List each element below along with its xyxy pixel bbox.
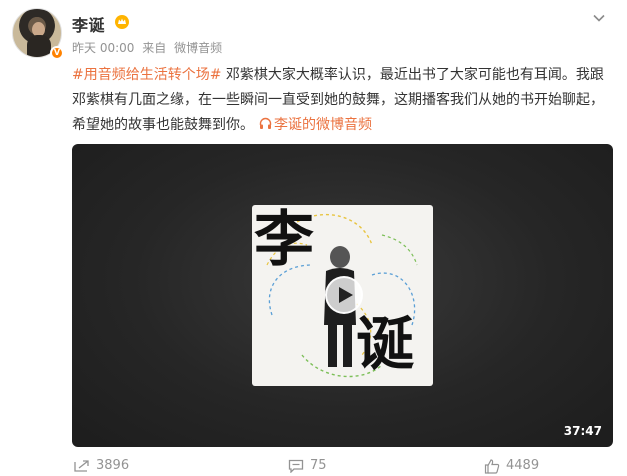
like-icon (484, 459, 500, 474)
video-cover: 李 诞 (252, 205, 433, 386)
video-player[interactable]: 李 诞 37:47 (72, 144, 613, 447)
video-duration: 37:47 (563, 424, 602, 438)
comment-count: 75 (310, 458, 327, 473)
comment-icon (288, 459, 304, 473)
more-chevron-icon[interactable] (591, 10, 607, 26)
post-source[interactable]: 微博音频 (174, 41, 222, 55)
verified-badge-icon: V (50, 46, 64, 60)
play-button[interactable] (325, 276, 363, 314)
vip-crown-icon[interactable] (115, 15, 129, 29)
post-actions: 3896 75 4489 (72, 456, 617, 476)
source-prefix: 来自 (142, 41, 167, 55)
author-name[interactable]: 李诞 (72, 12, 105, 36)
post-meta: 昨天 00:00 来自 微博音频 (72, 39, 226, 56)
audio-source-link[interactable]: 李诞的微博音频 (274, 117, 372, 133)
repost-icon (74, 460, 89, 472)
cover-title-char-2: 诞 (356, 310, 415, 378)
play-icon (339, 287, 353, 303)
like-count: 4489 (506, 458, 540, 473)
avatar-body (27, 35, 51, 57)
post-time[interactable]: 昨天 00:00 (72, 41, 134, 55)
post-text: #用音频给生活转个场# 邓紫棋大家大概率认识，最近出书了大家可能也有耳闻。我跟邓… (72, 63, 617, 138)
topic-link[interactable]: #用音频给生活转个场# (72, 67, 221, 83)
repost-count: 3896 (96, 458, 130, 473)
cover-title-char-1: 李 (254, 205, 314, 275)
post-header: V 李诞 昨天 00:00 来自 微博音频 (12, 8, 617, 64)
headphone-icon (259, 117, 272, 129)
